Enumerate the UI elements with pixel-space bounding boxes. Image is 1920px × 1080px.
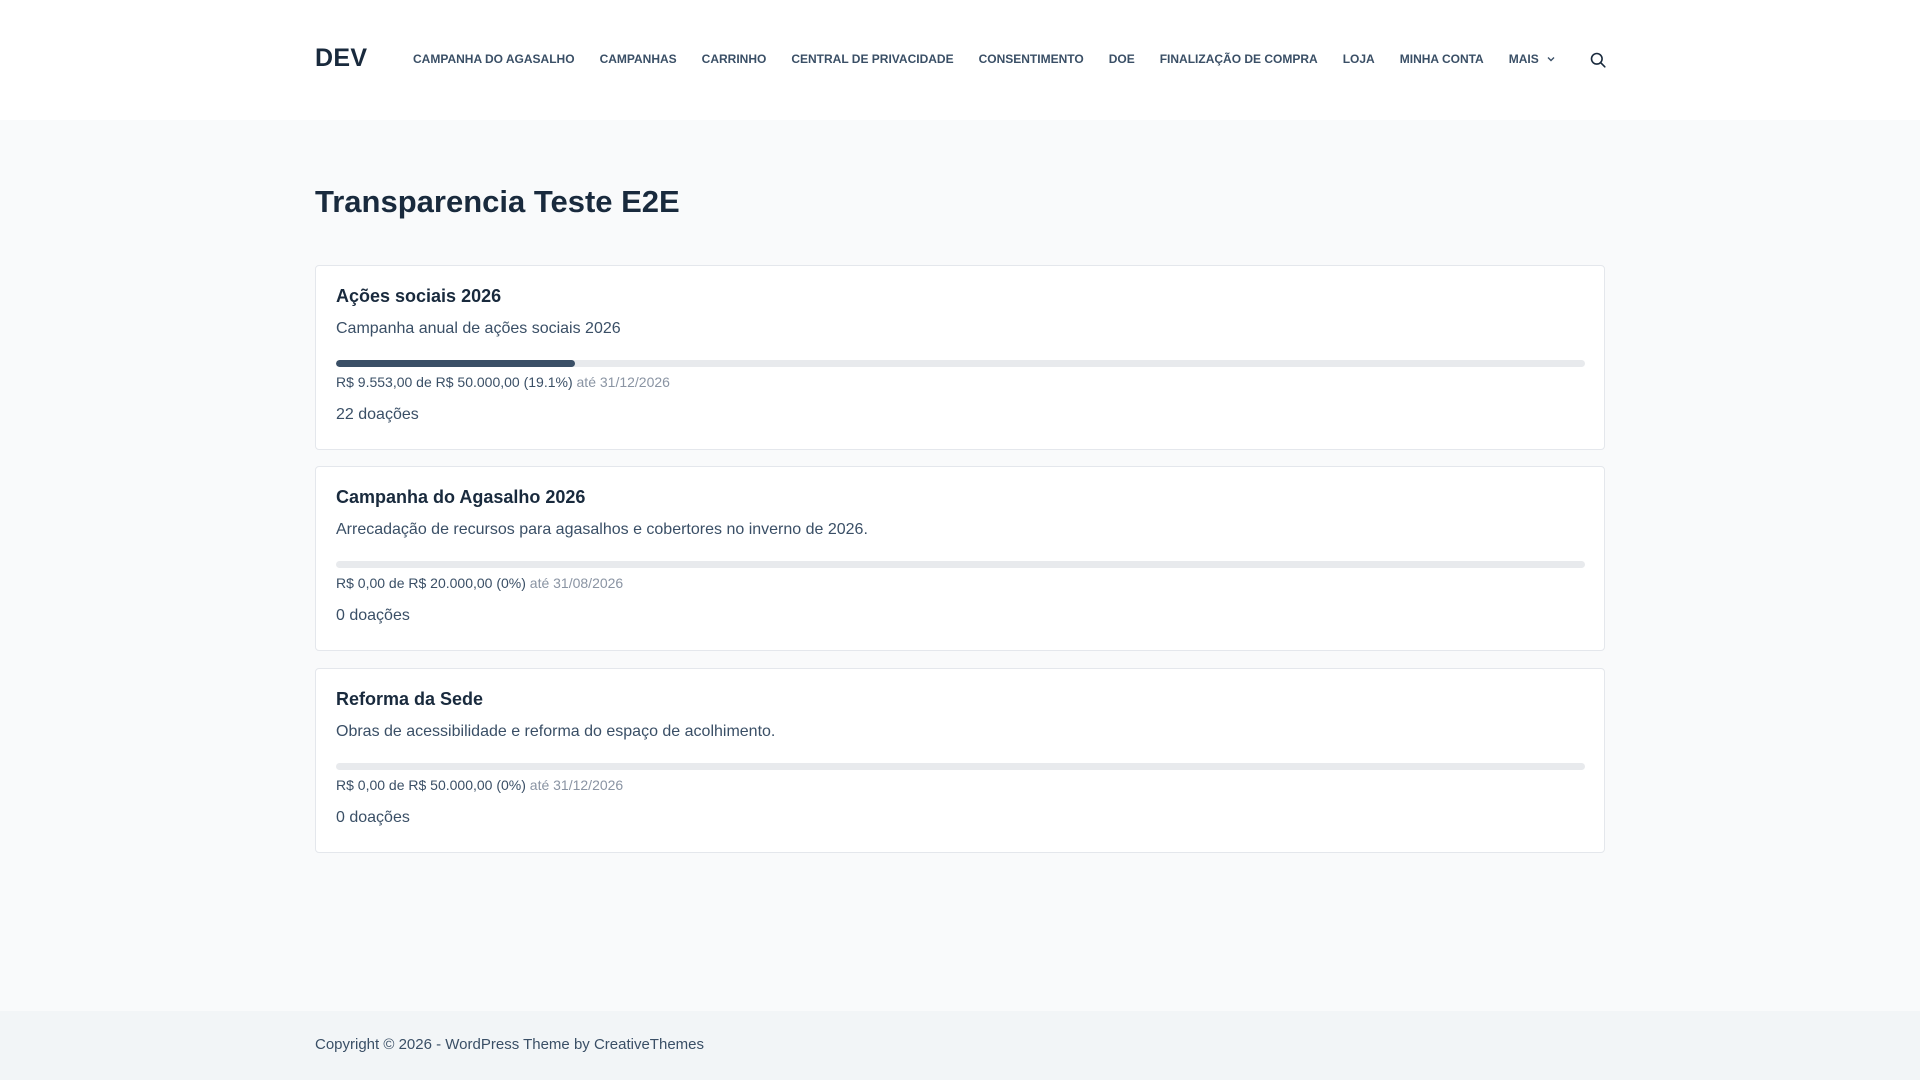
- campaign-card: Ações sociais 2026 Campanha anual de açõ…: [315, 265, 1605, 450]
- nav-item-consentimento[interactable]: CONSENTIMENTO: [979, 50, 1084, 68]
- campaign-amount-row: R$ 0,00 de R$ 50.000,00 (0%) até 31/12/2…: [336, 777, 623, 793]
- nav-item-carrinho[interactable]: CARRINHO: [702, 50, 767, 68]
- campaign-progress-bar: [336, 561, 1585, 568]
- search-button[interactable]: [1589, 51, 1607, 69]
- footer-copyright: Copyright © 2026 - WordPress Theme by Cr…: [315, 1036, 704, 1053]
- campaign-description: Campanha anual de ações sociais 2026: [336, 320, 621, 337]
- campaign-description: Obras de acessibilidade e reforma do esp…: [336, 723, 776, 740]
- campaign-amount: R$ 0,00 de R$ 20.000,00 (0%): [336, 575, 526, 591]
- main-nav: CAMPANHA DO AGASALHO CAMPANHAS CARRINHO …: [413, 50, 1555, 68]
- nav-item-mais-label: MAIS: [1508, 52, 1539, 66]
- campaign-description: Arrecadação de recursos para agasalhos e…: [336, 521, 868, 538]
- search-icon: [1590, 52, 1606, 68]
- site-logo[interactable]: DEV: [315, 44, 367, 73]
- campaign-deadline: até 31/08/2026: [529, 575, 624, 591]
- nav-item-finalizacao-de-compra[interactable]: FINALIZAÇÃO DE COMPRA: [1160, 50, 1318, 68]
- campaign-donation-count: 0 doações: [336, 809, 410, 826]
- nav-item-mais[interactable]: MAIS: [1509, 50, 1555, 68]
- campaign-title: Ações sociais 2026: [336, 286, 502, 306]
- site-footer: Copyright © 2026 - WordPress Theme by Cr…: [0, 1011, 1920, 1080]
- site-header: DEV CAMPANHA DO AGASALHO CAMPANHAS CARRI…: [0, 0, 1920, 120]
- campaign-amount-row: R$ 0,00 de R$ 20.000,00 (0%) até 31/08/2…: [336, 575, 623, 591]
- page-title: Transparencia Teste E2E: [315, 184, 680, 219]
- campaign-progress-fill: [336, 360, 575, 367]
- campaign-progress-bar: [336, 763, 1585, 770]
- nav-item-campanhas[interactable]: CAMPANHAS: [600, 50, 677, 68]
- campaign-progress-bar: [336, 360, 1585, 367]
- chevron-down-icon: [1547, 56, 1555, 62]
- campaign-title: Reforma da Sede: [336, 689, 484, 709]
- footer-copyright-text: Copyright © 2026 - WordPress Theme by: [315, 1036, 594, 1053]
- campaign-deadline: até 31/12/2026: [576, 374, 670, 390]
- campaign-title: Campanha do Agasalho 2026: [336, 487, 586, 507]
- campaign-amount-row: R$ 9.553,00 de R$ 50.000,00 (19.1%) até …: [336, 374, 670, 390]
- nav-item-doe[interactable]: DOE: [1109, 50, 1135, 68]
- footer-creativethemes-link[interactable]: CreativeThemes: [594, 1036, 704, 1053]
- campaign-amount: R$ 0,00 de R$ 50.000,00 (0%): [336, 777, 526, 793]
- nav-item-central-de-privacidade[interactable]: CENTRAL DE PRIVACIDADE: [791, 50, 953, 68]
- nav-item-campanha-do-agasalho[interactable]: CAMPANHA DO AGASALHO: [413, 50, 575, 68]
- campaign-donation-count: 22 doações: [336, 406, 419, 423]
- nav-item-loja[interactable]: LOJA: [1343, 50, 1375, 68]
- campaign-amount: R$ 9.553,00 de R$ 50.000,00 (19.1%): [336, 374, 573, 390]
- nav-item-minha-conta[interactable]: MINHA CONTA: [1400, 50, 1484, 68]
- campaign-donation-count: 0 doações: [336, 607, 410, 624]
- campaign-card: Reforma da Sede Obras de acessibilidade …: [315, 668, 1605, 853]
- campaign-card: Campanha do Agasalho 2026 Arrecadação de…: [315, 466, 1605, 651]
- campaign-deadline: até 31/12/2026: [529, 777, 624, 793]
